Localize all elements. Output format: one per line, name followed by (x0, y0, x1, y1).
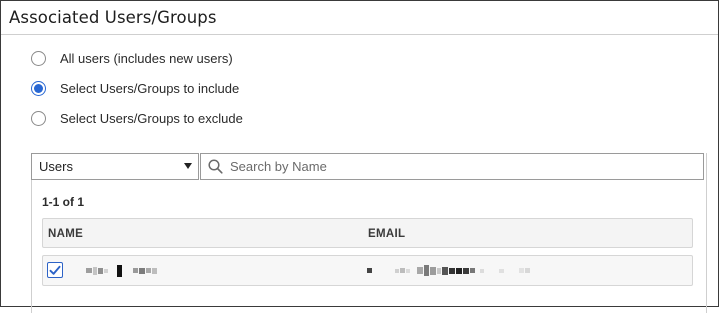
option-include-users[interactable]: Select Users/Groups to include (31, 81, 239, 96)
search-input[interactable] (230, 159, 670, 174)
column-header-email[interactable]: EMAIL (368, 228, 405, 240)
radio-button[interactable] (31, 111, 46, 126)
option-label: All users (includes new users) (60, 51, 233, 66)
search-box[interactable] (200, 153, 704, 180)
option-label: Select Users/Groups to include (60, 81, 240, 96)
option-label: Select Users/Groups to exclude (60, 111, 243, 126)
caret-down-icon (184, 163, 192, 169)
dropdown-value: Users (39, 159, 73, 174)
table-header: NAME EMAIL (42, 218, 693, 248)
search-icon (208, 159, 223, 174)
card-header: Associated Users/Groups (1, 1, 718, 35)
user-type-dropdown[interactable]: Users (31, 153, 199, 180)
option-all-users[interactable]: All users (includes new users) (31, 51, 233, 66)
radio-button-selected[interactable] (31, 81, 46, 96)
column-header-name[interactable]: NAME (48, 228, 83, 240)
radio-button[interactable] (31, 51, 46, 66)
option-exclude-users[interactable]: Select Users/Groups to exclude (31, 111, 243, 126)
redacted-name (86, 264, 157, 277)
redacted-email (367, 265, 530, 276)
check-icon (49, 265, 61, 275)
radio-dot (34, 84, 43, 93)
row-checkbox[interactable] (47, 262, 63, 278)
results-count: 1-1 of 1 (42, 195, 85, 209)
card-title: Associated Users/Groups (9, 8, 217, 27)
table-row[interactable] (42, 255, 693, 286)
